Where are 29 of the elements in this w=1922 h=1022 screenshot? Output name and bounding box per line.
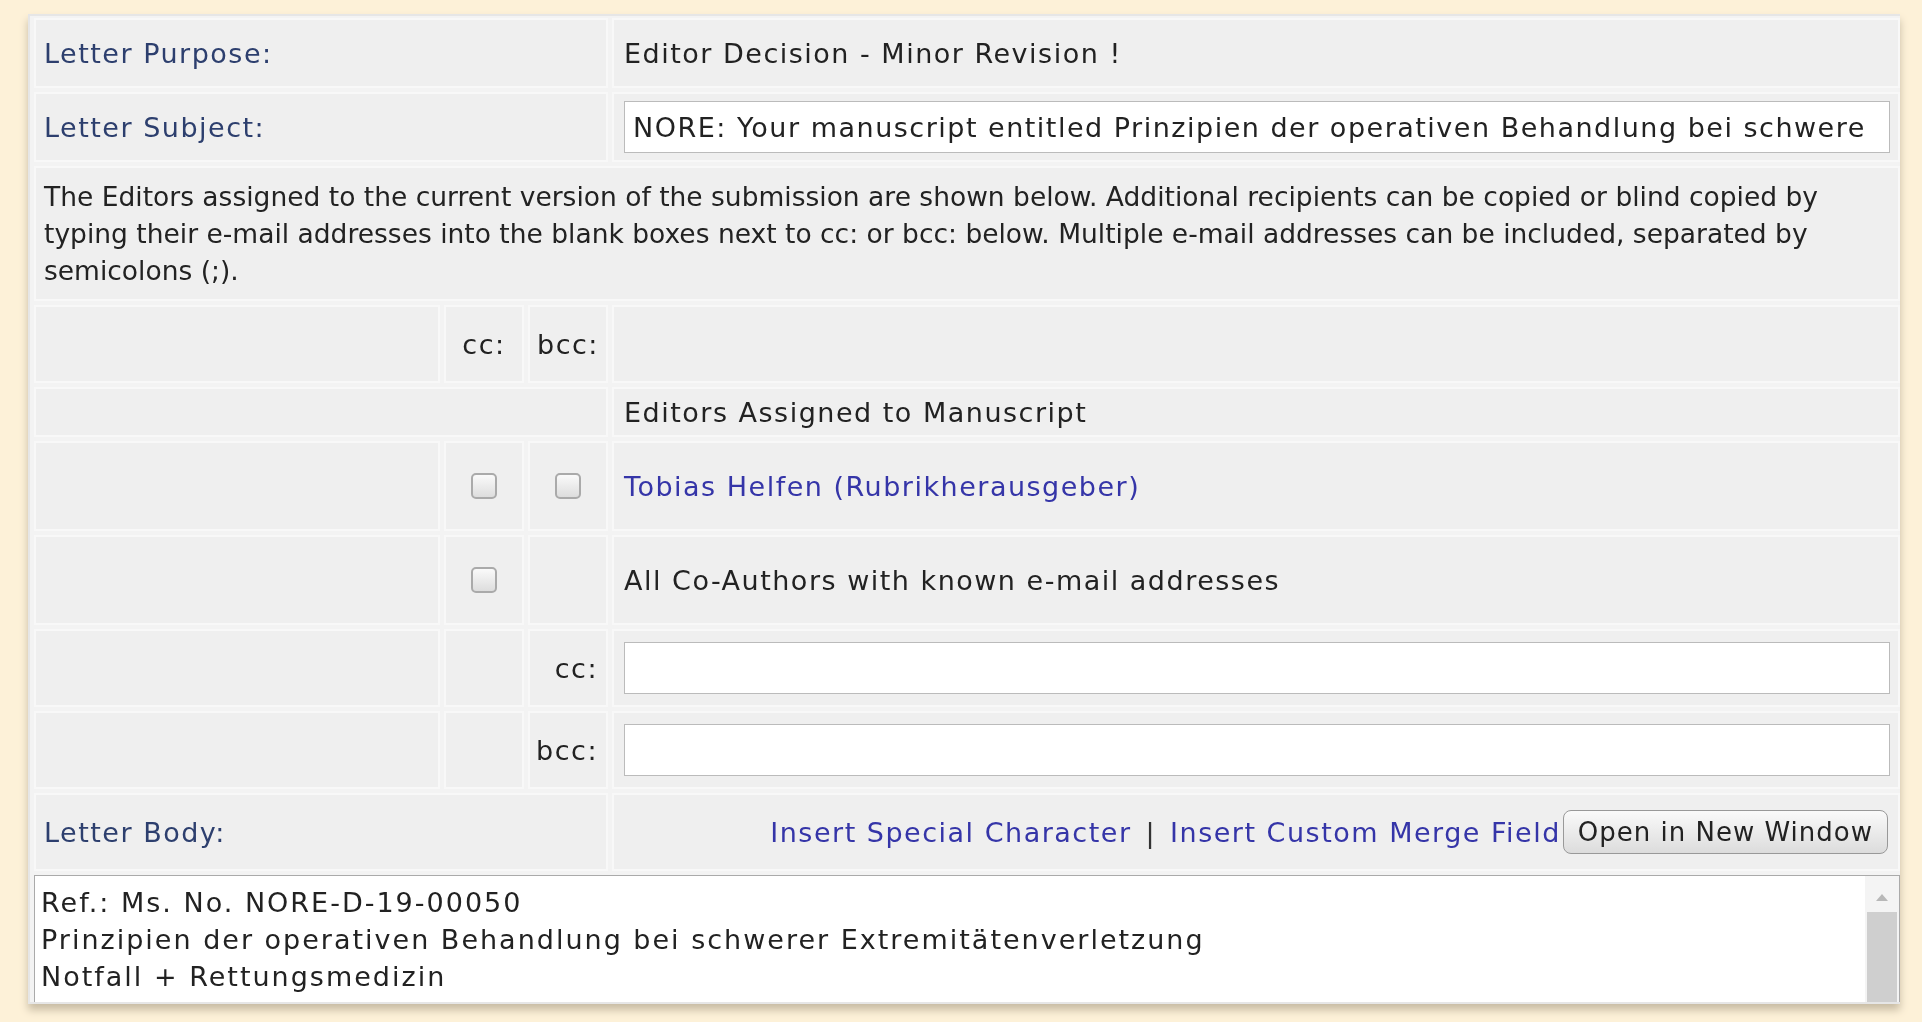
body-line: Ref.: Ms. No. NORE-D-19-00050	[41, 886, 524, 920]
field-label: Letter Body:	[44, 816, 226, 848]
scroll-up-icon[interactable]	[1875, 892, 1889, 902]
email-field[interactable]	[624, 642, 1890, 694]
column-header: cc:	[462, 328, 506, 360]
recipient-label: All Co-Authors with known e-mail addresses	[624, 564, 1281, 596]
subject-field[interactable]: NORE: Your manuscript entitled Prinzipien der operativen Behandlung bei schwere	[624, 101, 1890, 153]
field-label: bcc:	[536, 734, 598, 766]
scroll-thumb[interactable]	[1867, 912, 1897, 1002]
bcc-checkbox[interactable]	[555, 473, 581, 499]
section-heading: Editors Assigned to Manuscript	[624, 396, 1088, 428]
editor-link[interactable]: Tobias Helfen (Rubrikherausgeber)	[624, 470, 1141, 502]
field-label: Letter Purpose:	[44, 37, 273, 69]
separator: |	[1145, 816, 1157, 848]
insert-link[interactable]: Insert Custom Merge Field	[1170, 816, 1561, 848]
column-header: bcc:	[537, 328, 599, 360]
cc-checkbox[interactable]	[471, 473, 497, 499]
insert-link[interactable]: Insert Special Character	[770, 816, 1132, 848]
email-field[interactable]	[624, 724, 1890, 776]
open-window-button[interactable]: Open in New Window	[1562, 810, 1888, 854]
letter-body-field[interactable]: Ref.: Ms. No. NORE-D-19-00050 Prinzipien der operativen Behandlung bei schwerer Extremitätenverletzung Notfall + Rettungsmedizin	[34, 875, 1900, 1002]
scrollbar[interactable]	[1865, 876, 1899, 1002]
field-value: Editor Decision - Minor Revision !	[624, 37, 1122, 69]
body-line: Prinzipien der operativen Behandlung bei schwerer Extremitätenverletzung	[41, 923, 1206, 957]
cc-checkbox[interactable]	[471, 567, 497, 593]
field-label: cc:	[554, 652, 598, 684]
body-line: Notfall + Rettungsmedizin	[41, 960, 448, 994]
instructions-text: The Editors assigned to the current version of the submission are shown below. Additional recipients can be copied or blind copied by typing their e-mail addresses into the blank boxes next to cc: or bcc: below. Multiple e-mail addresses can be included, separated by semicolons (;).	[44, 180, 1819, 288]
field-label: Letter Subject:	[44, 111, 266, 143]
